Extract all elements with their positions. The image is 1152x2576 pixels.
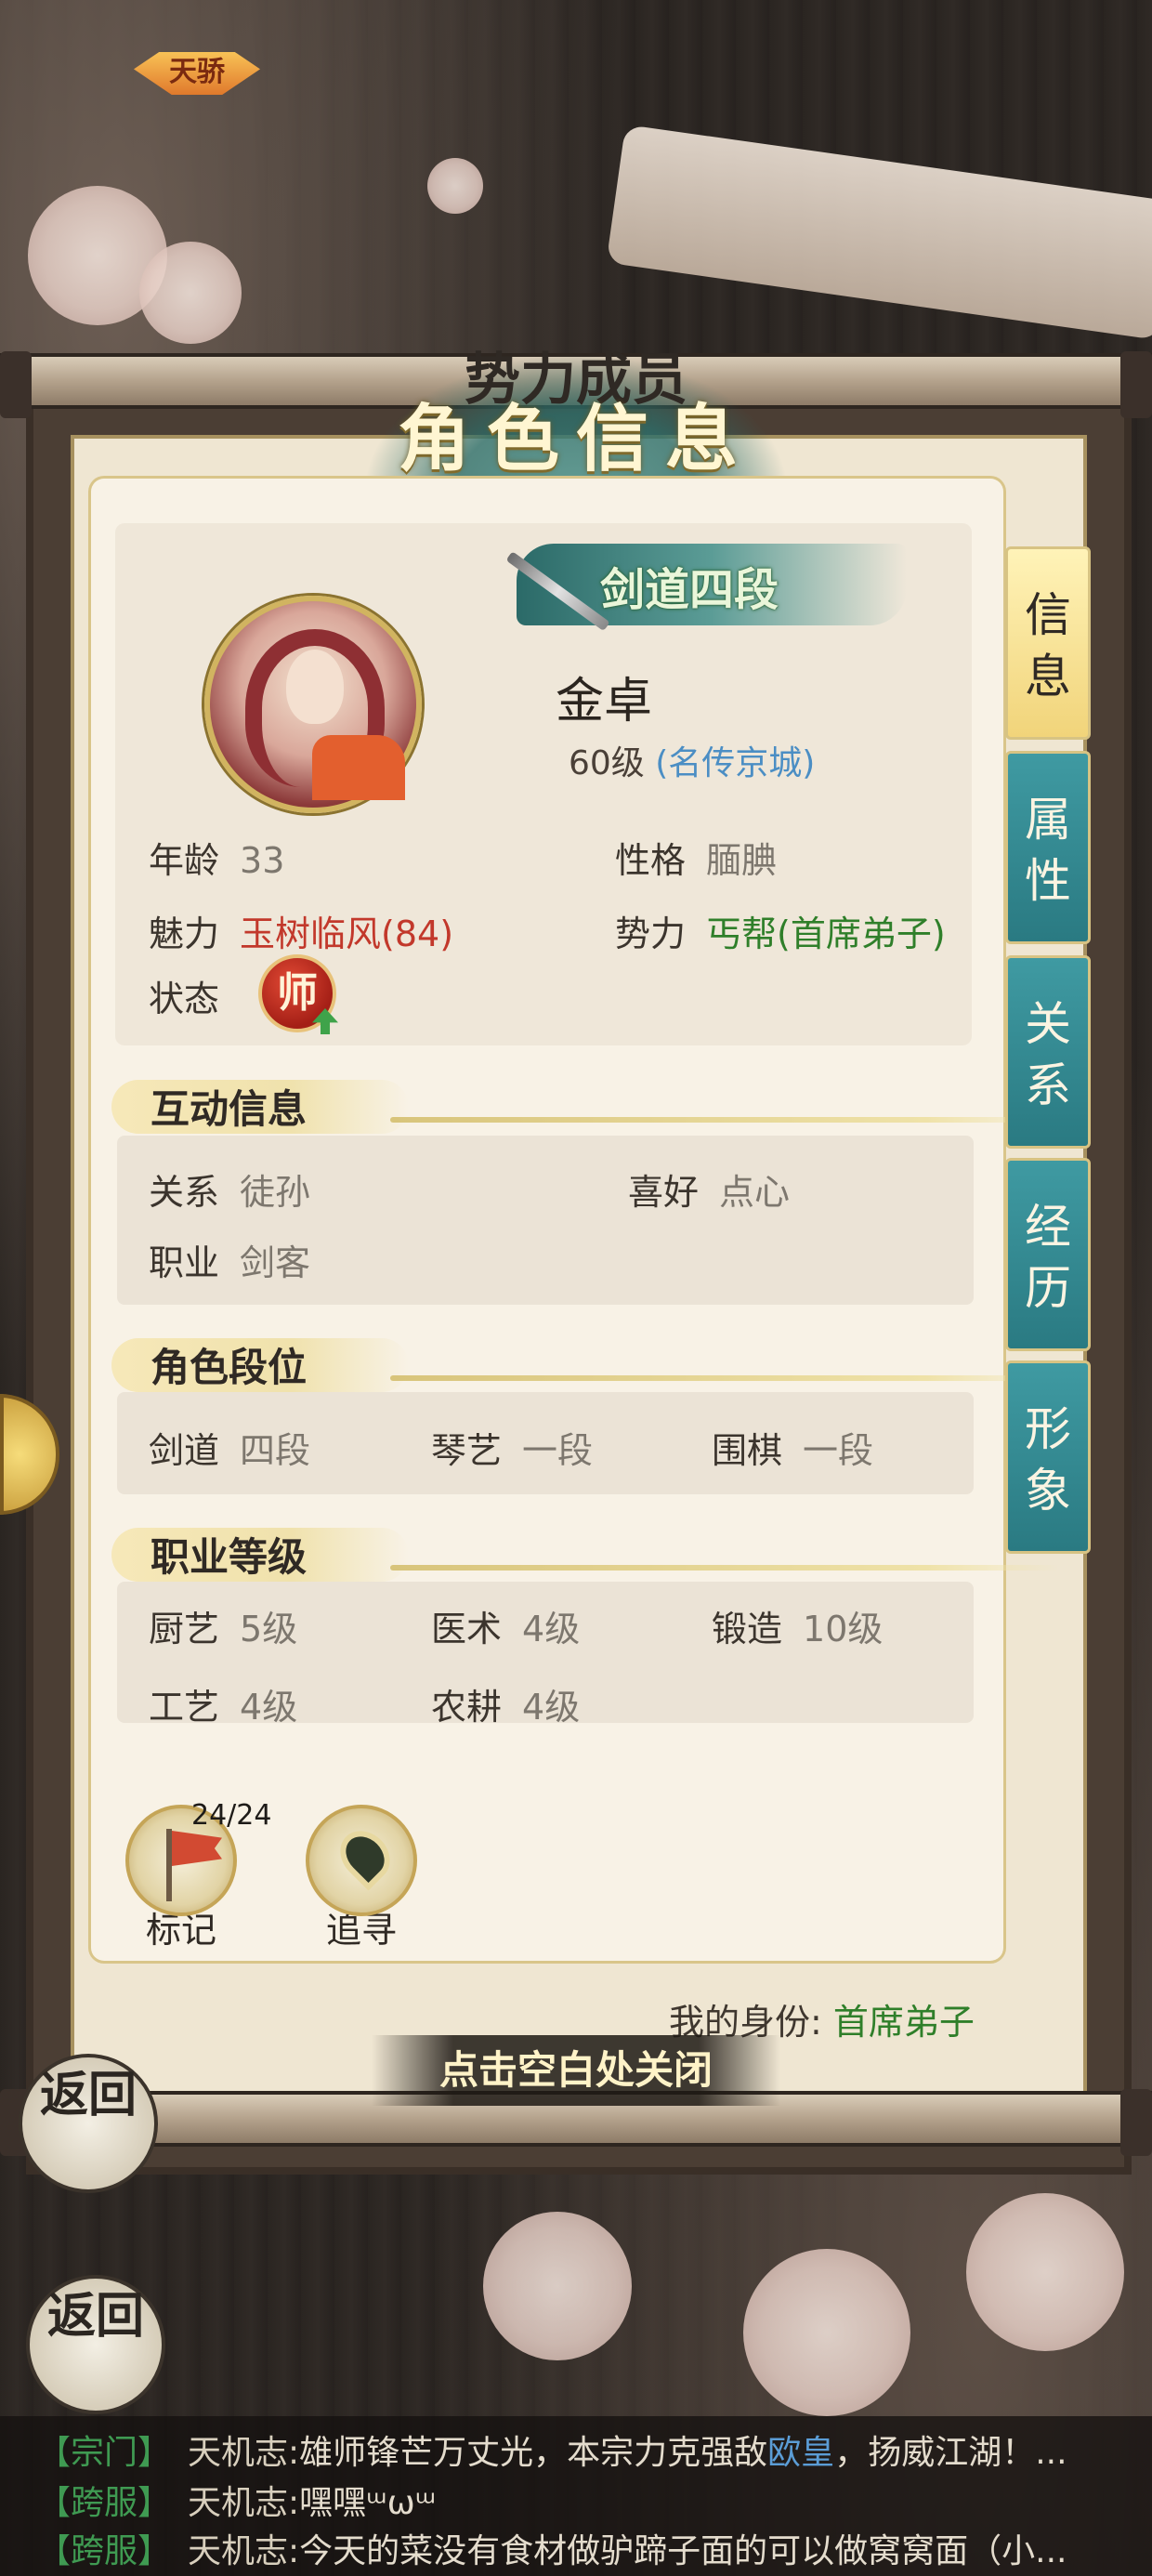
relation-label: 关系	[149, 1172, 220, 1213]
tab-info[interactable]: 信息	[1005, 546, 1091, 740]
personality-value: 腼腆	[706, 840, 778, 881]
age-label: 年龄	[149, 840, 220, 881]
chat-line: 【跨服】 天机志:嘿嘿ᵚωᵚ	[37, 2484, 437, 2522]
location-pin-icon	[306, 1805, 417, 1916]
interaction-heading: 互动信息	[151, 1086, 308, 1132]
faction-field: 势力 丐帮(首席弟子)	[615, 905, 946, 956]
character-name: 金卓	[556, 674, 653, 729]
blossom-decoration	[743, 2249, 910, 2416]
charm-field: 魅力 玉树临风(84)	[149, 905, 453, 956]
rank-badge-text: 剑道四段	[600, 564, 779, 616]
faction-value[interactable]: 丐帮(首席弟子)	[706, 913, 946, 954]
back-button-secondary[interactable]: 返回	[26, 2275, 165, 2414]
rank-item: 剑道 四段	[149, 1430, 311, 1471]
hobby-value: 点心	[719, 1172, 791, 1213]
job-value: 剑客	[240, 1242, 311, 1283]
chat-line: 【跨服】 天机志:今天的菜没有食材做驴蹄子面的可以做窝窝面（小...	[37, 2532, 1067, 2570]
character-avatar[interactable]	[204, 596, 422, 813]
age-field: 年龄 33	[149, 832, 284, 883]
trace-button[interactable]: 追寻	[301, 1805, 422, 1952]
professions-heading: 职业等级	[151, 1534, 308, 1580]
status-field: 状态	[149, 970, 240, 1021]
professions-section-header: 职业等级	[111, 1517, 1059, 1582]
ranks-section-header: 角色段位	[111, 1327, 1059, 1392]
faction-label: 势力	[615, 913, 687, 954]
profession-item: 工艺 4级	[149, 1687, 298, 1728]
tab-history[interactable]: 经历	[1005, 1158, 1091, 1351]
mark-counter: 24/24	[191, 1799, 272, 1832]
hobby-label: 喜好	[628, 1172, 700, 1213]
profession-item: 锻造 10级	[712, 1609, 884, 1649]
profession-item: 农耕 4级	[431, 1687, 581, 1728]
job-label: 职业	[149, 1242, 220, 1283]
personality-field: 性格 腼腆	[615, 832, 777, 883]
chat-log[interactable]: 【宗门】 天机志:雄师锋芒万丈光，本宗力克强敌欧皇，扬威江湖！... 【跨服】 天机…	[0, 2416, 1152, 2576]
interaction-section-header: 互动信息	[111, 1069, 1059, 1134]
close-hint[interactable]: 点击空白处关闭	[372, 2035, 780, 2106]
identity-value: 首席弟子	[832, 2002, 975, 2043]
status-label: 状态	[149, 979, 220, 1019]
blossom-decoration	[483, 2212, 632, 2360]
tab-relations[interactable]: 关系	[1005, 955, 1091, 1149]
hobby-field: 喜好 点心	[628, 1163, 790, 1215]
charm-label: 魅力	[149, 913, 220, 954]
page-title: 角色信息	[397, 397, 754, 481]
tab-attributes[interactable]: 属性	[1005, 751, 1091, 944]
chat-line: 【宗门】 天机志:雄师锋芒万丈光，本宗力克强敌欧皇，扬威江湖！...	[37, 2434, 1067, 2472]
personality-label: 性格	[615, 840, 687, 881]
blossom-decoration	[966, 2193, 1124, 2351]
rank-item: 琴艺 一段	[431, 1430, 594, 1471]
charm-value: 玉树临风(84)	[240, 913, 454, 954]
level-value: 60级	[569, 744, 645, 782]
fame-title: (名传京城)	[655, 744, 816, 782]
ranks-heading: 角色段位	[151, 1345, 308, 1390]
job-field: 职业 剑客	[149, 1234, 310, 1285]
rank-item: 围棋 一段	[712, 1430, 874, 1471]
profession-item: 医术 4级	[431, 1609, 581, 1649]
tab-appearance[interactable]: 形象	[1005, 1360, 1091, 1554]
relation-value: 徒孙	[240, 1172, 311, 1213]
blossom-decoration	[427, 158, 483, 214]
rank-ribbon: 剑道四段	[517, 544, 907, 625]
age-value: 33	[240, 840, 285, 881]
back-button[interactable]: 返回	[19, 2054, 158, 2193]
relation-field: 关系 徒孙	[149, 1163, 310, 1215]
blossom-decoration	[139, 242, 242, 344]
character-level: 60级 (名传京城)	[569, 736, 815, 784]
profession-item: 厨艺 5级	[149, 1609, 298, 1649]
